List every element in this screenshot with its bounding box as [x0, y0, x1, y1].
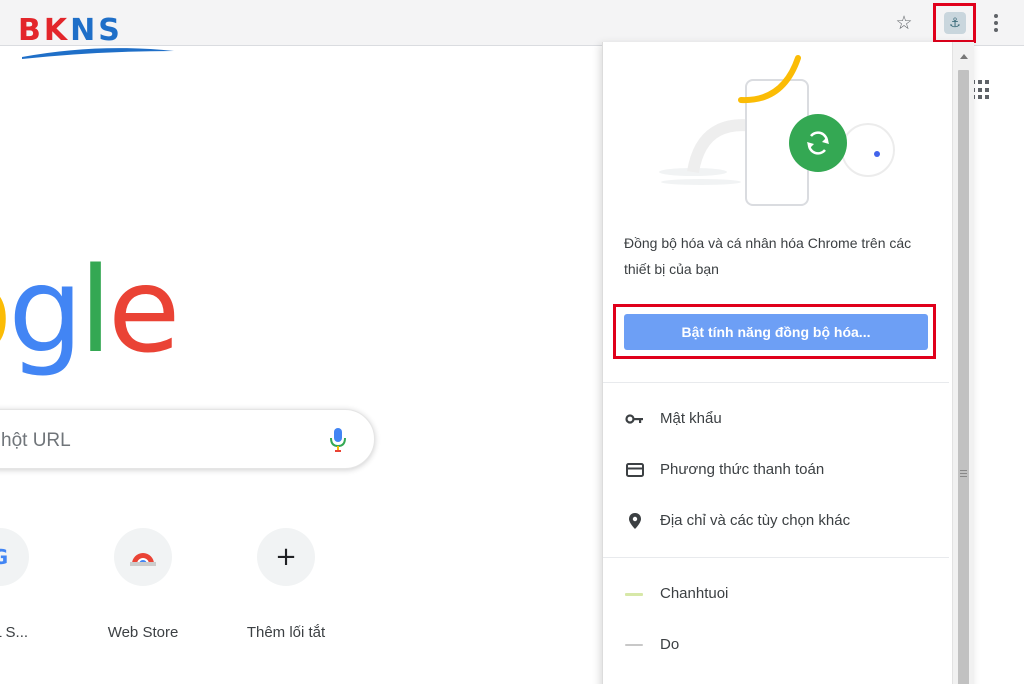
scroll-thumb[interactable] — [958, 70, 969, 684]
menu-item-label: Mật khẩu — [660, 410, 722, 427]
menu-item-payment-methods[interactable]: Phương thức thanh toán — [603, 448, 949, 492]
scroll-grip-icon — [960, 470, 967, 479]
google-letter: g — [8, 241, 83, 379]
microphone-icon[interactable] — [327, 426, 349, 454]
menu-item-passwords[interactable]: Mật khẩu — [603, 397, 949, 441]
shortcut-label: Web Store — [107, 624, 179, 641]
sync-illustration — [659, 55, 895, 206]
svg-text:G: G — [0, 545, 8, 569]
plus-icon: + — [257, 528, 315, 586]
brand-logo-text: BKNS — [18, 13, 123, 48]
profile-color-icon — [625, 644, 643, 646]
key-icon — [625, 414, 643, 424]
google-logo: ogle — [0, 240, 181, 380]
sync-popup: Đồng bộ hóa và cá nhân hóa Chrome trên c… — [602, 42, 974, 684]
shortcut-web-store[interactable]: Web Store — [83, 528, 203, 641]
browser-window: ☆ ⚓ BKNS ogle hột URL G URL S... — [0, 0, 1024, 684]
google-letter: o — [0, 241, 12, 379]
profile-label: Do — [660, 636, 680, 653]
sync-description: Đồng bộ hóa và cá nhân hóa Chrome trên c… — [624, 235, 912, 277]
highlight-frame-sync: Bật tính năng đồng bộ hóa... — [613, 304, 936, 359]
divider — [603, 382, 949, 383]
credit-card-icon — [626, 463, 644, 477]
menu-item-label: Địa chỉ và các tùy chọn khác — [660, 512, 851, 529]
chrome-web-store-icon — [114, 528, 172, 586]
popup-scrollbar[interactable] — [952, 42, 974, 684]
turn-on-sync-button[interactable]: Bật tính năng đồng bộ hóa... — [624, 314, 928, 350]
brand-logo: BKNS — [18, 14, 178, 64]
search-input[interactable]: hột URL — [0, 409, 375, 469]
menu-item-addresses[interactable]: Địa chỉ và các tùy chọn khác — [603, 499, 949, 543]
highlight-frame-avatar: ⚓ — [933, 3, 976, 43]
shortcut-add[interactable]: + Thêm lối tắt — [226, 528, 346, 641]
kebab-menu-icon[interactable] — [986, 10, 1006, 36]
apps-grid-icon[interactable] — [971, 80, 991, 100]
profile-item-chanhtuoi[interactable]: Chanhtuoi — [603, 572, 949, 616]
brand-swoosh-icon — [22, 48, 174, 59]
profile-color-icon — [625, 593, 643, 596]
shortcut-label: URL S... — [0, 624, 29, 641]
shortcut-url[interactable]: G URL S... — [0, 528, 60, 641]
location-pin-icon — [629, 513, 641, 529]
profile-label: Chanhtuoi — [660, 585, 729, 602]
star-icon[interactable]: ☆ — [891, 10, 917, 36]
scroll-up-icon[interactable] — [960, 54, 968, 59]
shortcut-label: Thêm lối tắt — [246, 624, 326, 641]
search-placeholder: hột URL — [1, 430, 71, 451]
google-letter: l — [79, 241, 112, 379]
profile-avatar-icon[interactable]: ⚓ — [944, 12, 966, 34]
google-g-icon: G — [0, 528, 29, 586]
profile-item-do[interactable]: Do — [603, 623, 949, 667]
menu-item-label: Phương thức thanh toán — [660, 461, 825, 478]
google-letter: e — [107, 241, 181, 379]
divider — [603, 557, 949, 558]
